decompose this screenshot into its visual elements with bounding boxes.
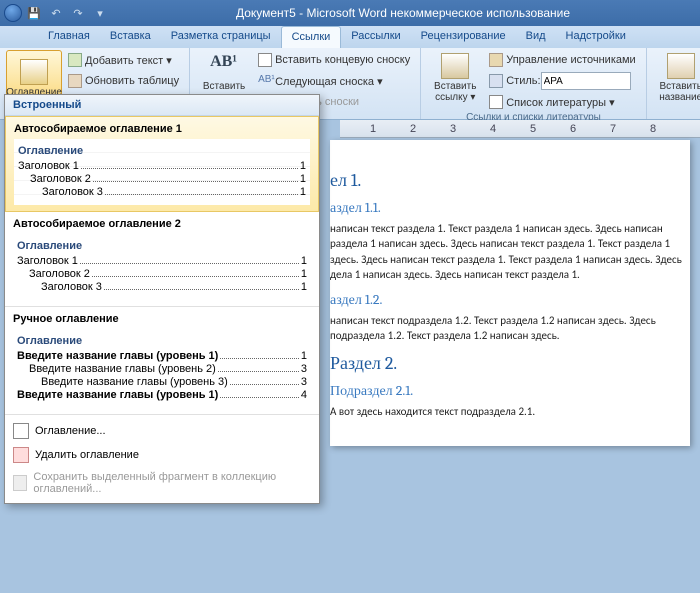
bibliography-icon <box>489 95 503 109</box>
manage-sources-button[interactable]: Управление источниками <box>485 50 639 70</box>
bibliography-button[interactable]: Список литературы ▾ <box>485 92 639 112</box>
tab-review[interactable]: Рецензирование <box>411 26 516 48</box>
body-text: А вот здесь находится текст подраздела 2… <box>330 404 684 419</box>
group-captions: Вставить название Список иллюстраций Обн… <box>647 48 700 119</box>
tab-insert[interactable]: Вставка <box>100 26 161 48</box>
add-text-icon <box>68 53 82 67</box>
preview-line: Введите название главы (уровень 2) <box>29 363 216 375</box>
preview-toc-title: Оглавление <box>17 240 307 252</box>
add-text-label: Добавить текст ▾ <box>85 54 172 67</box>
menu-insert-toc[interactable]: Оглавление... <box>5 419 319 443</box>
menu-label: Сохранить выделенный фрагмент в коллекци… <box>33 471 311 495</box>
gallery-item-auto2[interactable]: Автособираемое оглавление 2 Оглавление З… <box>5 212 319 307</box>
caption-icon <box>667 53 695 79</box>
menu-delete-toc[interactable]: Удалить оглавление <box>5 443 319 467</box>
preview-line: Заголовок 2 <box>29 268 90 280</box>
gallery-preview: Оглавление Заголовок 11 Заголовок 21 Заг… <box>14 139 310 205</box>
manage-sources-label: Управление источниками <box>506 54 635 66</box>
toc-gallery-dropdown: Встроенный Автособираемое оглавление 1 О… <box>4 94 320 504</box>
insert-citation-button[interactable]: Вставить ссылку ▾ <box>427 50 483 106</box>
heading-2: Подраздел 2.1. <box>330 382 684 400</box>
body-text: написан текст подраздела 1.2. Текст разд… <box>330 313 684 344</box>
heading-2: аздел 1.2. <box>330 291 684 309</box>
menu-label: Удалить оглавление <box>35 449 139 461</box>
undo-icon[interactable]: ↶ <box>46 4 66 22</box>
insert-endnote-button[interactable]: Вставить концевую сноску <box>254 50 414 70</box>
tab-home[interactable]: Главная <box>38 26 100 48</box>
delete-toc-icon <box>13 447 29 463</box>
tab-layout[interactable]: Разметка страницы <box>161 26 281 48</box>
gallery-preview: Оглавление Введите название главы (урове… <box>13 329 311 408</box>
insert-citation-label: Вставить ссылку ▾ <box>434 81 476 103</box>
citation-style-row: Стиль: <box>485 71 639 91</box>
manage-sources-icon <box>489 53 503 67</box>
update-table-button[interactable]: Обновить таблицу <box>64 71 183 91</box>
bibliography-label: Список литературы ▾ <box>506 96 614 109</box>
style-icon <box>489 74 503 88</box>
save-selection-icon <box>13 475 27 491</box>
ribbon-tabs: Главная Вставка Разметка страницы Ссылки… <box>0 26 700 48</box>
toc-icon <box>20 59 48 85</box>
gallery-menu: Оглавление... Удалить оглавление Сохрани… <box>5 415 319 503</box>
tab-addins[interactable]: Надстройки <box>556 26 636 48</box>
toc-dialog-icon <box>13 423 29 439</box>
menu-label: Оглавление... <box>35 425 106 437</box>
group-citations: Вставить ссылку ▾ Управление источниками… <box>421 48 646 119</box>
preview-line: Заголовок 2 <box>30 173 91 185</box>
style-label: Стиль: <box>506 75 540 87</box>
save-icon[interactable]: 💾 <box>24 4 44 22</box>
redo-icon[interactable]: ↷ <box>68 4 88 22</box>
footnote-icon: AB¹ <box>210 53 238 79</box>
citation-icon <box>441 53 469 79</box>
add-text-button[interactable]: Добавить текст ▾ <box>64 50 183 70</box>
update-icon <box>68 74 82 88</box>
tab-mailings[interactable]: Рассылки <box>341 26 410 48</box>
gallery-item-manual[interactable]: Ручное оглавление Оглавление Введите наз… <box>5 307 319 415</box>
next-footnote-label: Следующая сноска ▾ <box>275 75 383 88</box>
tab-references[interactable]: Ссылки <box>281 26 342 48</box>
gallery-item-title: Ручное оглавление <box>13 313 311 325</box>
endnote-icon <box>258 53 272 67</box>
next-footnote-button[interactable]: AB¹Следующая сноска ▾ <box>254 71 414 91</box>
gallery-item-title: Автособираемое оглавление 1 <box>14 123 310 135</box>
heading-1: Раздел 2. <box>330 353 684 374</box>
update-table-label: Обновить таблицу <box>85 75 179 87</box>
style-combo[interactable] <box>541 72 631 90</box>
preview-line: Введите название главы (уровень 3) <box>41 376 228 388</box>
next-footnote-icon: AB¹ <box>258 74 272 88</box>
qat-menu-icon[interactable]: ▾ <box>90 4 110 22</box>
gallery-item-title: Автособираемое оглавление 2 <box>13 218 311 230</box>
gallery-item-auto1[interactable]: Автособираемое оглавление 1 Оглавление З… <box>5 116 319 212</box>
menu-save-selection: Сохранить выделенный фрагмент в коллекци… <box>5 467 319 499</box>
heading-2: аздел 1.1. <box>330 199 684 217</box>
tab-view[interactable]: Вид <box>516 26 556 48</box>
body-text: написан текст раздела 1. Текст раздела 1… <box>330 221 684 283</box>
preview-line: Заголовок 1 <box>18 160 79 172</box>
office-orb-icon[interactable] <box>4 4 22 22</box>
title-bar: 💾 ↶ ↷ ▾ Документ5 - Microsoft Word неком… <box>0 0 700 26</box>
horizontal-ruler[interactable]: 12345678 <box>340 120 700 138</box>
preview-toc-title: Оглавление <box>17 335 307 347</box>
insert-caption-button[interactable]: Вставить название <box>653 50 700 106</box>
preview-toc-title: Оглавление <box>18 145 306 157</box>
window-title: Документ5 - Microsoft Word некоммерческо… <box>110 6 696 20</box>
gallery-preview: Оглавление Заголовок 11 Заголовок 21 Заг… <box>13 234 311 300</box>
gallery-builtin-header: Встроенный <box>5 95 319 116</box>
endnote-label: Вставить концевую сноску <box>275 54 410 66</box>
preview-line: Заголовок 3 <box>41 281 102 293</box>
preview-line: Введите название главы (уровень 1) <box>17 389 218 401</box>
insert-caption-label: Вставить название <box>659 81 700 103</box>
preview-line: Заголовок 3 <box>42 186 103 198</box>
quick-access-toolbar: 💾 ↶ ↷ ▾ <box>4 4 110 22</box>
preview-line: Введите название главы (уровень 1) <box>17 350 218 362</box>
document-page[interactable]: ел 1. аздел 1.1. написан текст раздела 1… <box>330 140 690 446</box>
heading-1: ел 1. <box>330 170 684 191</box>
preview-line: Заголовок 1 <box>17 255 78 267</box>
